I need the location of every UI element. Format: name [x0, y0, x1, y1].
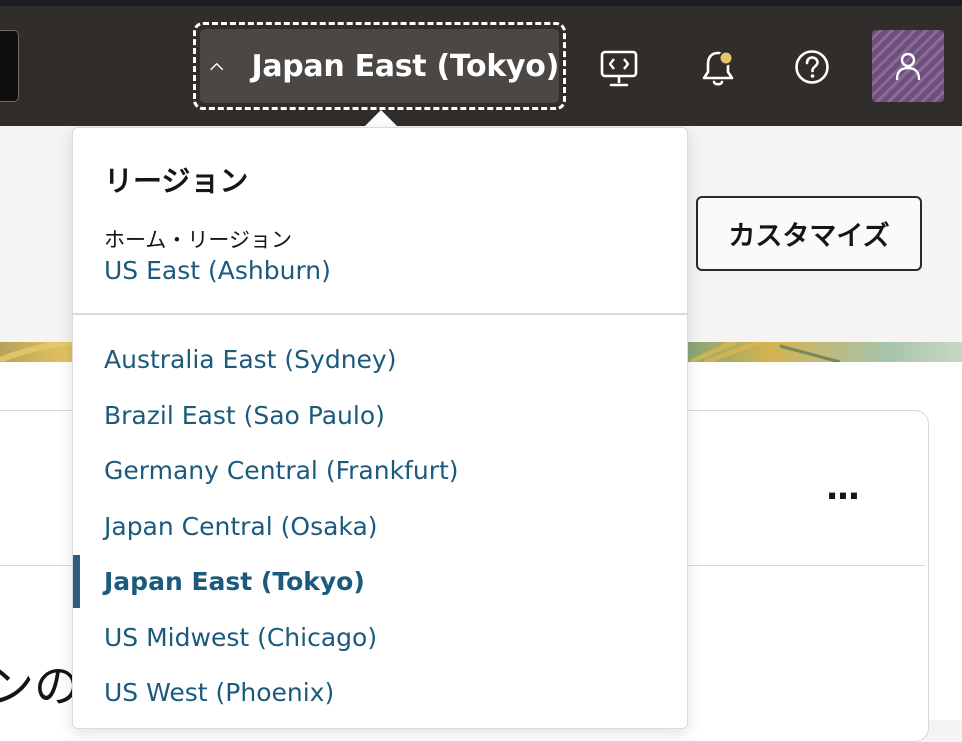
notification-bell-icon[interactable]	[700, 48, 736, 88]
region-item-brazil-east[interactable]: Brazil East (Sao Paulo)	[73, 388, 687, 444]
region-item-us-west[interactable]: US West (Phoenix)	[73, 665, 687, 721]
region-item-japan-east-selected[interactable]: Japan East (Tokyo)	[73, 554, 687, 610]
cloud-shell-icon[interactable]	[600, 50, 638, 88]
profile-avatar[interactable]	[872, 30, 944, 102]
partial-heading-text: ンの	[0, 659, 80, 713]
home-region-label: ホーム・リージョン	[104, 228, 292, 252]
dropdown-pointer	[363, 110, 399, 128]
region-item-germany-central[interactable]: Germany Central (Frankfurt)	[73, 443, 687, 499]
region-item-australia-east[interactable]: Australia East (Sydney)	[73, 332, 687, 388]
search-input[interactable]	[0, 30, 19, 102]
profile-avatar-icon	[895, 52, 921, 81]
home-region-link[interactable]: US East (Ashburn)	[104, 256, 331, 285]
more-options-button[interactable]: ...	[822, 471, 862, 512]
region-item-us-midwest[interactable]: US Midwest (Chicago)	[73, 610, 687, 666]
chevron-up-icon	[210, 63, 224, 71]
panel-title: リージョン	[104, 164, 249, 198]
region-list: Australia East (Sydney) Brazil East (Sao…	[73, 332, 687, 721]
help-icon[interactable]	[794, 49, 830, 85]
region-selector-button[interactable]: Japan East (Tokyo)	[200, 29, 559, 103]
region-selector-label: Japan East (Tokyo)	[251, 48, 559, 84]
region-item-japan-central[interactable]: Japan Central (Osaka)	[73, 499, 687, 555]
panel-divider	[73, 313, 687, 315]
top-navigation-bar: Japan East (Tokyo)	[0, 6, 962, 126]
region-dropdown-panel: リージョン ホーム・リージョン US East (Ashburn) Austra…	[72, 127, 688, 729]
customize-button[interactable]: カスタマイズ	[696, 196, 922, 271]
